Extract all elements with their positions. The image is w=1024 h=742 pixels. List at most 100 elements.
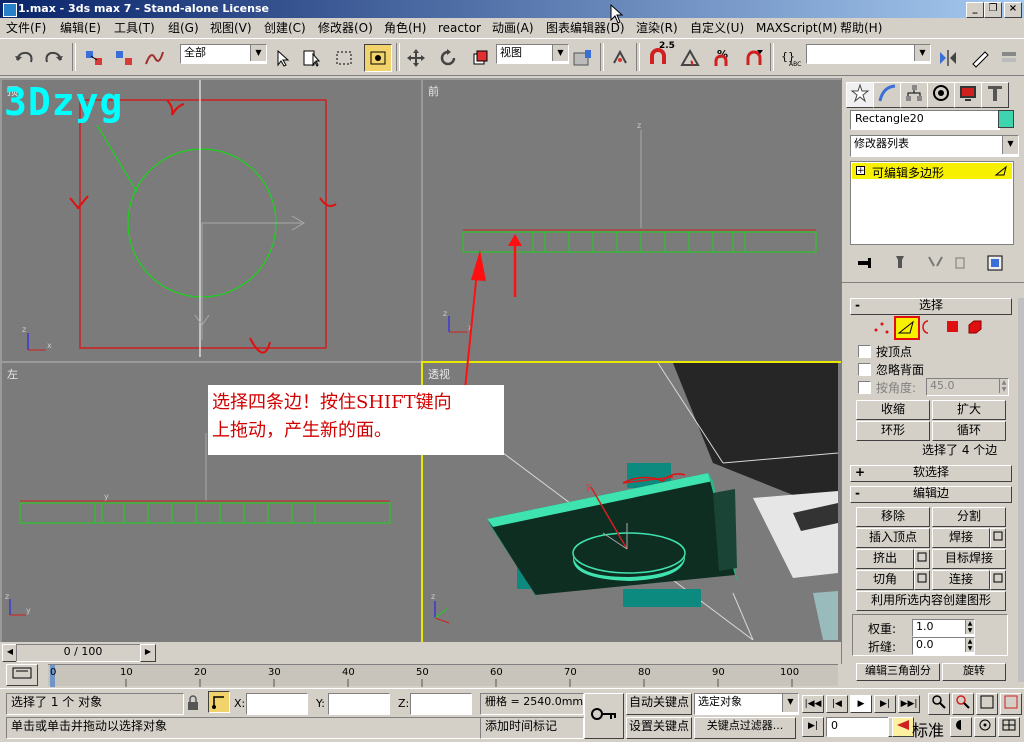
ring-button[interactable]: 环形	[856, 421, 930, 441]
configure-modifier-sets-icon[interactable]	[986, 254, 1006, 272]
loop-button[interactable]: 循环	[932, 421, 1006, 441]
create-tab-icon[interactable]	[846, 82, 874, 108]
hierarchy-tab-icon[interactable]	[900, 82, 928, 108]
absolute-offset-toggle-icon[interactable]	[208, 691, 230, 713]
command-panel-scrollbar[interactable]	[1018, 298, 1024, 682]
edge-subobject-button[interactable]	[894, 316, 920, 340]
ignore-backfacing-label: 忽略背面	[876, 363, 925, 377]
display-tab-icon[interactable]	[954, 82, 982, 108]
soft-selection-rollout-header[interactable]: + 软选择	[850, 465, 1012, 482]
edit-edges-title: 编辑边	[912, 486, 949, 500]
add-time-tag[interactable]: 添加时间标记	[480, 717, 584, 739]
motion-tab-icon[interactable]	[927, 82, 955, 108]
edit-triangulation-button[interactable]: 编辑三角剖分	[856, 663, 940, 681]
edit-edges-rollout-header[interactable]: - 编辑边	[850, 486, 1012, 503]
element-subobject-icon[interactable]	[966, 318, 984, 336]
insert-vertex-button[interactable]: 插入顶点	[856, 528, 930, 548]
create-shape-from-selection-button[interactable]: 利用所选内容创建图形	[856, 591, 1006, 611]
prompt-line: 单击或单击并拖动以选择对象	[6, 717, 484, 739]
align-icon[interactable]	[966, 44, 994, 72]
modify-tab-icon[interactable]	[873, 82, 901, 108]
z-coordinate-field[interactable]	[410, 693, 472, 715]
selection-rollout-header[interactable]: - 选择	[850, 298, 1012, 315]
go-to-end-icon[interactable]: ▶▶|	[898, 695, 920, 713]
zoom-icon[interactable]	[928, 693, 950, 715]
track-bar[interactable]: 0 10 20 30 40 50 60 70 80 90 100	[48, 664, 838, 687]
annotation-arrows	[459, 250, 486, 439]
utilities-tab-icon[interactable]	[981, 82, 1009, 108]
selection-rollout-title: 选择	[918, 298, 943, 312]
maximize-viewport-icon[interactable]	[998, 717, 1020, 737]
extrude-button[interactable]: 挤出	[856, 549, 914, 569]
lock-selection-icon[interactable]	[186, 695, 200, 711]
object-color-swatch[interactable]	[998, 110, 1014, 128]
by-angle-checkbox[interactable]	[858, 381, 871, 394]
tick-50: 50	[416, 667, 429, 678]
previous-frame-icon[interactable]: |◀	[826, 695, 848, 713]
stack-item-editable-poly[interactable]: + 可编辑多边形	[852, 163, 1012, 180]
split-button[interactable]: 分割	[932, 507, 1006, 527]
time-slider[interactable]: 0 / 100	[16, 644, 146, 662]
zoom-extents-icon[interactable]	[976, 693, 998, 715]
modifier-list-value: 修改器列表	[854, 137, 909, 150]
arc-rotate-icon[interactable]	[974, 717, 996, 737]
next-frame-icon[interactable]: ▶|	[874, 695, 896, 713]
menu-help[interactable]: 帮助(H)	[840, 20, 882, 36]
chamfer-button[interactable]: 切角	[856, 570, 914, 590]
connect-settings-icon[interactable]	[990, 570, 1006, 590]
weld-settings-icon[interactable]	[990, 528, 1006, 548]
vertex-subobject-icon[interactable]	[872, 318, 892, 336]
tick-40: 40	[342, 667, 355, 678]
modifier-list-dropdown[interactable]: 修改器列表 ▼	[850, 135, 1019, 157]
remove-button[interactable]: 移除	[856, 507, 930, 527]
border-subobject-icon[interactable]	[922, 318, 938, 336]
ignore-backfacing-checkbox[interactable]	[858, 363, 871, 376]
status-bar: 选择了 1 个 对象 X: Y: Z: 栅格 = 2540.0mm 单击或单击并…	[0, 688, 1024, 742]
make-unique-icon[interactable]	[926, 254, 946, 270]
selection-status: 选择了 4 个边	[922, 443, 998, 457]
target-weld-button[interactable]: 目标焊接	[932, 549, 1006, 569]
connect-button[interactable]: 连接	[932, 570, 990, 590]
zoom-all-icon[interactable]	[952, 693, 974, 715]
minimize-button[interactable]: _	[966, 2, 984, 18]
set-key-button[interactable]: 设置关键点	[626, 717, 692, 739]
key-mode-toggle-icon[interactable]: ▶|	[802, 717, 824, 737]
by-vertex-checkbox[interactable]	[858, 345, 871, 358]
chamfer-settings-icon[interactable]	[914, 570, 930, 590]
x-coordinate-field[interactable]	[246, 693, 308, 715]
shrink-button[interactable]: 收缩	[856, 400, 930, 420]
close-button[interactable]: ×	[1004, 2, 1022, 18]
tick-80: 80	[638, 667, 651, 678]
remove-modifier-icon[interactable]	[952, 254, 968, 270]
weight-spinner[interactable]: 1.0 ▲ ▼	[912, 619, 975, 637]
auto-key-button[interactable]: 自动关键点	[626, 693, 692, 715]
zoom-extents-all-icon[interactable]	[1000, 693, 1022, 715]
set-key-icon[interactable]	[584, 693, 624, 739]
y-coordinate-field[interactable]	[328, 693, 390, 715]
turn-button[interactable]: 旋转	[942, 663, 1006, 681]
object-name-field[interactable]: Rectangle20	[850, 110, 1000, 130]
layer-manager-icon[interactable]	[996, 44, 1024, 72]
restore-button[interactable]: ❐	[984, 2, 1002, 18]
field-of-view-icon[interactable]	[892, 717, 914, 737]
show-end-result-icon[interactable]	[892, 254, 908, 270]
pan-view-icon[interactable]	[950, 717, 972, 737]
extrude-settings-icon[interactable]	[914, 549, 930, 569]
current-frame-field[interactable]: 0	[826, 717, 890, 737]
crease-spinner[interactable]: 0.0 ▲ ▼	[912, 637, 975, 655]
key-filters-button[interactable]: 关键点过滤器...	[694, 717, 796, 739]
key-mode-dropdown[interactable]: 选定对象 ▼	[694, 693, 799, 715]
go-to-start-icon[interactable]: |◀◀	[802, 695, 824, 713]
track-bar-toggle-icon[interactable]	[6, 664, 38, 686]
weld-button[interactable]: 焊接	[932, 528, 990, 548]
polygon-subobject-icon[interactable]	[944, 318, 962, 336]
angle-spinner[interactable]: 45.0 ▲ ▼	[926, 378, 1009, 396]
pin-stack-icon[interactable]	[856, 256, 876, 270]
crease-label: 折缝:	[868, 640, 897, 654]
grow-button[interactable]: 扩大	[932, 400, 1006, 420]
mirror-icon[interactable]	[934, 44, 962, 72]
timeline-next-icon[interactable]: ▶	[140, 644, 156, 662]
play-icon[interactable]: ▶	[850, 695, 872, 713]
stack-item-label: 可编辑多边形	[872, 166, 945, 180]
expand-icon[interactable]: +	[856, 166, 865, 176]
